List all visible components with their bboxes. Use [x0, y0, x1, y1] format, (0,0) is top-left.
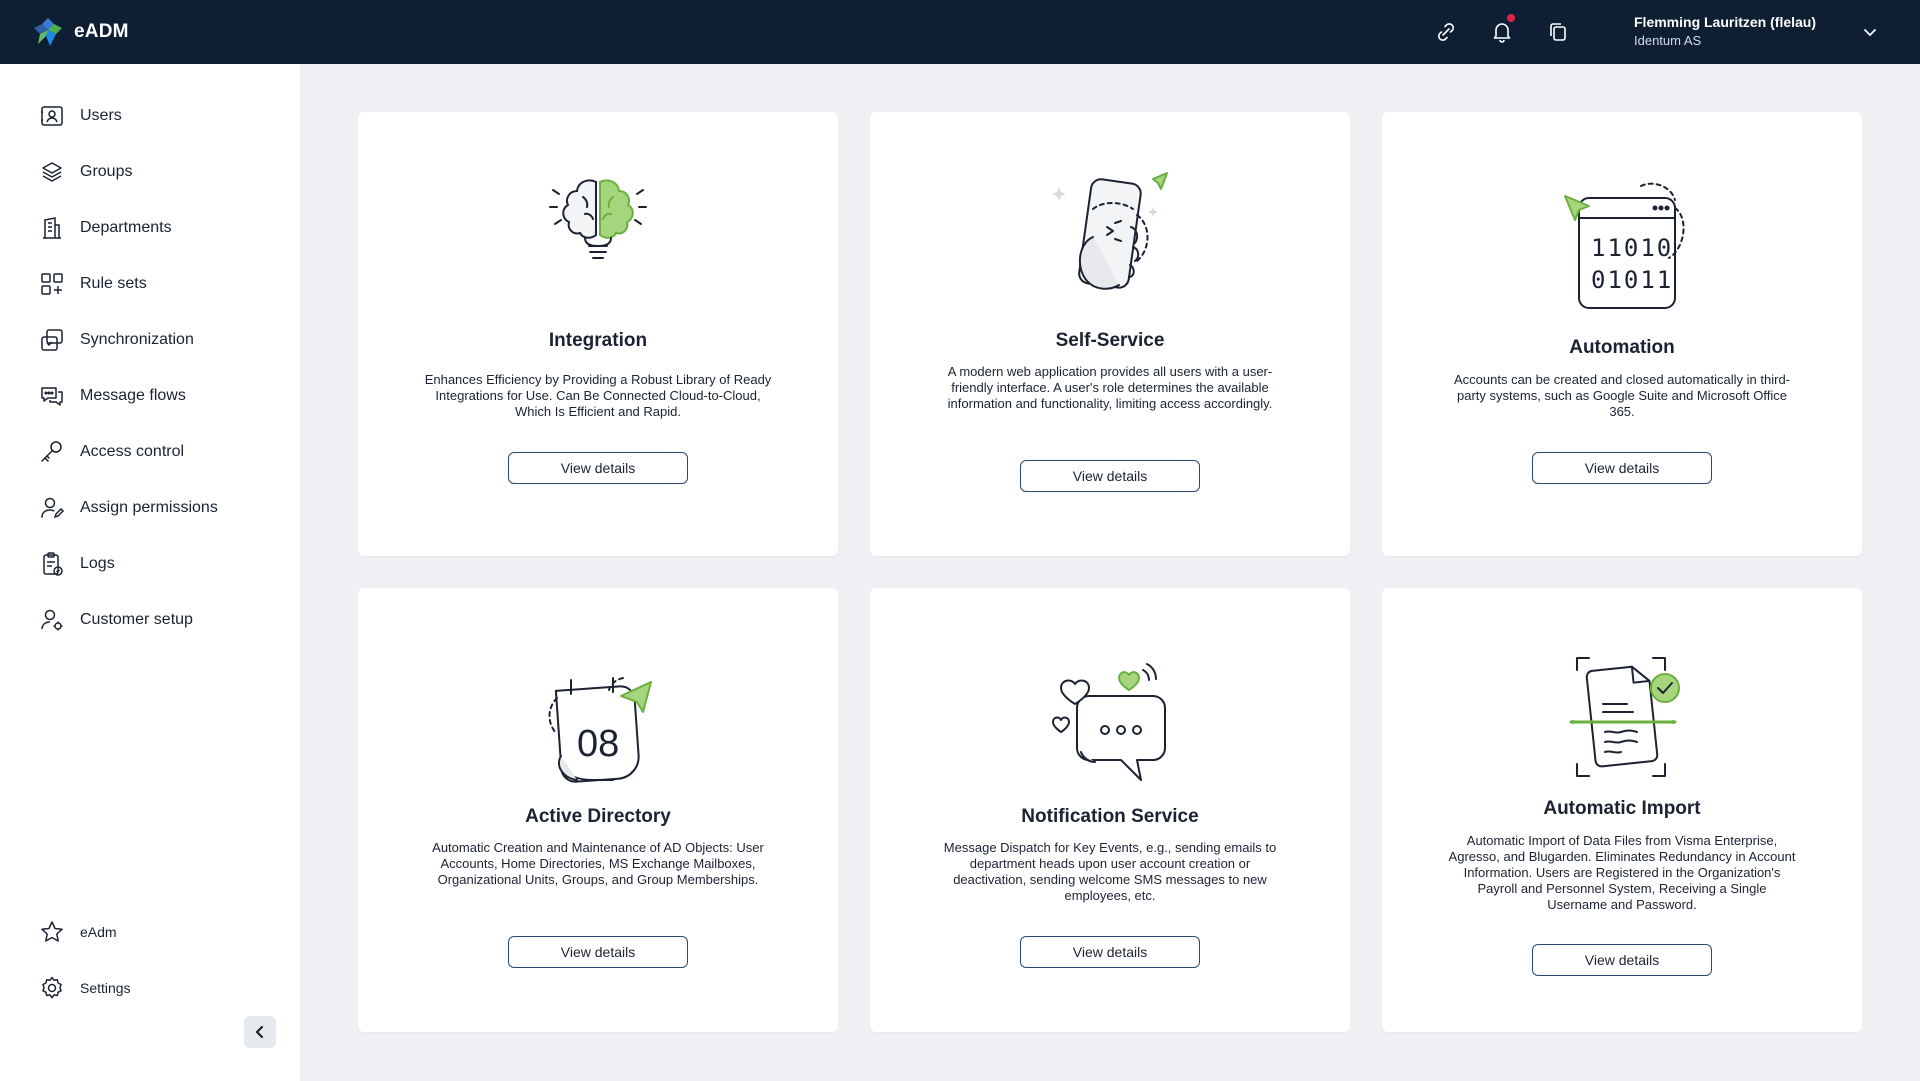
card-active-directory: 08 Active Directory Automatic Creation a…	[358, 588, 838, 1032]
calendar-icon: 08	[548, 677, 652, 783]
user-gear-icon	[39, 607, 65, 633]
copy-icon	[1550, 23, 1566, 41]
document-scan-icon	[1569, 657, 1680, 777]
brain-bulb-icon	[549, 179, 647, 259]
sidebar-item-logs[interactable]: Logs	[0, 542, 300, 586]
link-button[interactable]	[1432, 18, 1460, 46]
svg-text:01011: 01011	[1591, 266, 1673, 294]
user-edit-icon	[39, 495, 65, 521]
sidebar: Users Groups Departments Rule sets Synch…	[0, 64, 300, 1081]
card-description: Enhances Efficiency by Providing a Robus…	[424, 372, 772, 419]
sidebar-item-eadm[interactable]: eAdm	[0, 910, 300, 954]
card-description: Automatic Creation and Maintenance of AD…	[432, 840, 764, 887]
chevron-down-icon[interactable]	[1860, 22, 1880, 42]
sidebar-item-groups[interactable]: Groups	[0, 150, 300, 194]
sidebar-item-message-flows[interactable]: Message flows	[0, 374, 300, 418]
copy-button[interactable]	[1544, 18, 1572, 46]
top-bar: eADM Flemming Lauritzen (flelau) Identum…	[0, 0, 1920, 64]
binary-window-icon: 11010 01011	[1564, 182, 1685, 309]
view-details-button[interactable]: View details	[1020, 936, 1200, 968]
card-description: Automatic Import of Data Files from Vism…	[1448, 833, 1796, 912]
user-card-icon	[39, 103, 65, 129]
card-title: Self-Service	[1055, 330, 1165, 351]
app-name: eADM	[74, 21, 129, 42]
gear-icon	[39, 975, 65, 1001]
card-automation: 11010 01011 Automation Accounts can be c…	[1382, 112, 1862, 556]
svg-text:08: 08	[577, 723, 619, 765]
layers-icon	[39, 159, 65, 185]
card-title: Automatic Import	[1543, 798, 1701, 819]
grid-icon	[39, 271, 65, 297]
brand[interactable]: eADM	[32, 16, 129, 48]
notifications-button[interactable]	[1488, 14, 1516, 46]
notification-badge	[1507, 14, 1515, 22]
card-title: Active Directory	[525, 806, 671, 827]
card-notification-service: Notification Service Message Dispatch fo…	[870, 588, 1350, 1032]
sidebar-item-rule-sets[interactable]: Rule sets	[0, 262, 300, 306]
sidebar-item-users[interactable]: Users	[0, 94, 300, 138]
sidebar-item-settings[interactable]: Settings	[0, 966, 300, 1010]
sidebar-item-customer-setup[interactable]: Customer setup	[0, 598, 300, 642]
card-integration: Integration Enhances Efficiency by Provi…	[358, 112, 838, 556]
view-details-button[interactable]: View details	[508, 936, 688, 968]
card-self-service: Self-Service A modern web application pr…	[870, 112, 1350, 556]
card-description: Accounts can be created and closed autom…	[1453, 372, 1791, 419]
sidebar-item-access-control[interactable]: Access control	[0, 430, 300, 474]
user-organization: Identum AS	[1634, 33, 1702, 48]
clipboard-icon	[39, 551, 65, 577]
link-icon	[1438, 23, 1454, 41]
chat-icon	[39, 383, 65, 409]
collapse-sidebar-button[interactable]	[244, 1016, 276, 1048]
user-menu[interactable]: Flemming Lauritzen (flelau) Identum AS	[1634, 13, 1816, 51]
view-details-button[interactable]: View details	[1532, 944, 1712, 976]
phone-hand-icon	[1052, 172, 1168, 290]
eadm-logo-icon	[34, 18, 62, 46]
user-name: Flemming Lauritzen (flelau)	[1634, 14, 1817, 30]
card-title: Automation	[1569, 337, 1675, 358]
card-automatic-import: Automatic Import Automatic Import of Dat…	[1382, 588, 1862, 1032]
sidebar-item-synchronization[interactable]: Synchronization	[0, 318, 300, 362]
view-details-button[interactable]: View details	[1020, 460, 1200, 492]
sync-icon	[39, 327, 65, 353]
card-title: Notification Service	[1021, 806, 1199, 827]
key-icon	[39, 439, 65, 465]
bell-icon	[1493, 23, 1511, 43]
building-icon	[39, 215, 65, 241]
card-description: Message Dispatch for Key Events, e.g., s…	[943, 840, 1277, 903]
card-description: A modern web application provides all us…	[947, 364, 1273, 411]
chat-bubble-icon	[1052, 663, 1166, 781]
card-title: Integration	[548, 330, 648, 351]
svg-text:11010: 11010	[1591, 234, 1673, 262]
sidebar-item-departments[interactable]: Departments	[0, 206, 300, 250]
view-details-button[interactable]: View details	[508, 452, 688, 484]
chevron-left-icon	[255, 1025, 264, 1039]
view-details-button[interactable]: View details	[1532, 452, 1712, 484]
sidebar-item-assign-permissions[interactable]: Assign permissions	[0, 486, 300, 530]
star-icon	[39, 919, 65, 945]
